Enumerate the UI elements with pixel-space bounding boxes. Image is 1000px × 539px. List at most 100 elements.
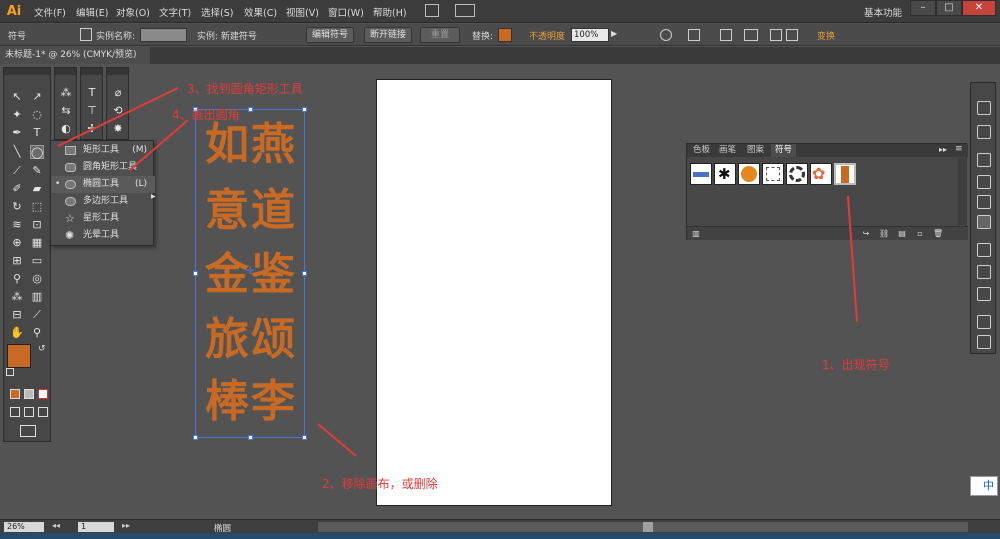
tearoff-header[interactable] [81,68,102,75]
shape-builder-icon[interactable]: ⊕ [10,236,24,250]
bridge-icon[interactable] [425,4,439,17]
new-symbol-icon[interactable]: ▫ [915,229,925,238]
minimize-button[interactable]: – [910,0,936,16]
flyout-flare-tool[interactable]: ✺ 光晕工具 [51,227,155,244]
path-type-icon[interactable]: ✢ [85,122,99,136]
symbols-panel-icon[interactable] [977,215,991,229]
twirl-tool-icon[interactable]: ⟲ [111,104,125,118]
symbol-options-icon[interactable] [720,29,732,41]
bounding-handle[interactable] [248,435,253,440]
tab-brushes[interactable]: 画笔 [715,144,740,157]
warp-tool-icon[interactable]: ⌀ [111,86,125,100]
brushes-panel-icon[interactable] [977,175,991,189]
flyout-tearoff-icon[interactable]: ▶ [151,193,156,200]
swap-colors-icon[interactable]: ↺ [38,344,46,354]
align-icon[interactable] [688,29,700,41]
menu-object[interactable]: 对象(O) [116,5,150,19]
artboard-tool-icon[interactable]: ⊟ [10,308,24,322]
swatches-panel-icon[interactable] [977,153,991,167]
mesh-tool-icon[interactable]: ⊞ [10,254,24,268]
menu-view[interactable]: 视图(V) [286,5,319,19]
instance-name-input[interactable] [140,28,187,42]
rotate-tool-icon[interactable]: ↻ [10,200,24,214]
column-graph-icon[interactable]: ▥ [30,290,44,304]
reset-button[interactable]: 重置 [420,27,460,43]
paintbrush-icon[interactable]: ⟋ [10,164,24,178]
arrange-documents-icon[interactable] [455,4,475,17]
gradient-panel-icon[interactable] [977,265,991,279]
artboard-number-field[interactable]: 1 [78,522,114,532]
stroke-panel-icon[interactable] [977,243,991,257]
panel-scrollbar[interactable] [958,158,967,225]
gradient-mode-icon[interactable] [24,389,34,399]
direct-selection-tool-icon[interactable]: ↗ [30,90,44,104]
symbol-swatch-orange-ball[interactable] [738,163,760,185]
align-left-icon[interactable] [770,29,782,41]
workspace-switcher[interactable]: 基本功能 [864,5,902,19]
color-guide-icon[interactable] [977,125,991,139]
tab-symbols[interactable]: 符号 [771,144,797,157]
eyedropper-icon[interactable]: ⚲ [10,272,24,286]
free-transform-icon[interactable]: ⊡ [30,218,44,232]
close-button[interactable]: ✕ [962,0,996,16]
symbol-swatch-splat[interactable]: ✱ [714,163,736,185]
symbol-libraries-icon[interactable]: ▥ [691,229,701,238]
draw-behind-icon[interactable] [24,407,34,417]
draw-inside-icon[interactable] [38,407,48,417]
break-link-button[interactable]: 断开链接 [364,27,412,43]
menu-select[interactable]: 选择(S) [201,5,233,19]
area-type-icon[interactable]: ⊤ [85,104,99,118]
hand-tool-icon[interactable]: ✋ [10,326,24,340]
artboard[interactable] [376,79,612,506]
bounding-handle[interactable] [193,271,198,276]
bounding-handle[interactable] [248,107,253,112]
layers-panel-icon[interactable] [977,335,991,349]
bounding-handle[interactable] [302,435,307,440]
symbol-sprayer-icon[interactable]: ⁂ [59,86,73,100]
appearance-panel-icon[interactable] [977,315,991,329]
lasso-icon[interactable]: ◌ [30,108,44,122]
flyout-rectangle-tool[interactable]: 矩形工具 (M) [51,142,155,159]
symbol-stainer-icon[interactable]: ◐ [59,122,73,136]
symbol-swatch-blue-bar[interactable] [690,163,712,185]
bounding-handle[interactable] [193,435,198,440]
default-colors-icon[interactable] [6,368,14,376]
none-mode-icon[interactable] [38,389,48,399]
restore-button[interactable]: □ [936,0,962,16]
color-mode-icon[interactable] [10,389,20,399]
tab-patterns[interactable]: 图案 [743,144,768,157]
menu-type[interactable]: 文字(T) [159,5,191,19]
fill-color-swatch[interactable] [7,344,31,368]
menu-file[interactable]: 文件(F) [34,5,66,19]
transform-link[interactable]: 变换 [817,29,835,42]
selection-tool-icon[interactable]: ↖ [10,90,24,104]
pucker-tool-icon[interactable]: ✸ [111,122,125,136]
align-center-icon[interactable] [786,29,798,41]
menu-effect[interactable]: 效果(C) [244,5,277,19]
screen-mode-icon[interactable] [20,425,36,437]
horizontal-scroll-thumb[interactable] [643,522,653,532]
first-artboard-icon[interactable]: ◂◂ [52,521,60,530]
horizontal-scrollbar[interactable] [318,522,968,532]
symbol-swatch-flower[interactable]: ✿ [810,163,832,185]
symbol-sprayer-icon[interactable]: ⁂ [10,290,24,304]
flyout-polygon-tool[interactable]: 多边形工具 [51,193,155,210]
type-tool-icon[interactable]: T [85,86,99,100]
opacity-input[interactable]: 100% [571,28,609,42]
eraser-icon[interactable]: ▰ [30,182,44,196]
blend-tool-icon[interactable]: ◎ [30,272,44,286]
break-link-icon[interactable]: ⛓ [879,229,889,238]
distribute-icon[interactable] [744,29,758,41]
blob-brush-icon[interactable]: ✐ [10,182,24,196]
toolbox-header[interactable] [4,68,50,75]
panel-menu-icon[interactable]: ≡ [955,144,963,154]
flyout-rounded-rectangle-tool[interactable]: 圆角矩形工具 [51,159,155,176]
draw-normal-icon[interactable] [10,407,20,417]
opacity-label[interactable]: 不透明度 [529,29,565,42]
symbol-options-icon[interactable]: ▤ [897,229,907,238]
delete-symbol-icon[interactable]: 🗑 [933,229,943,238]
last-artboard-icon[interactable]: ▸▸ [122,521,130,530]
magic-wand-icon[interactable]: ✦ [10,108,24,122]
zoom-level-field[interactable]: 26% [4,522,44,532]
tearoff-header[interactable] [107,68,128,75]
